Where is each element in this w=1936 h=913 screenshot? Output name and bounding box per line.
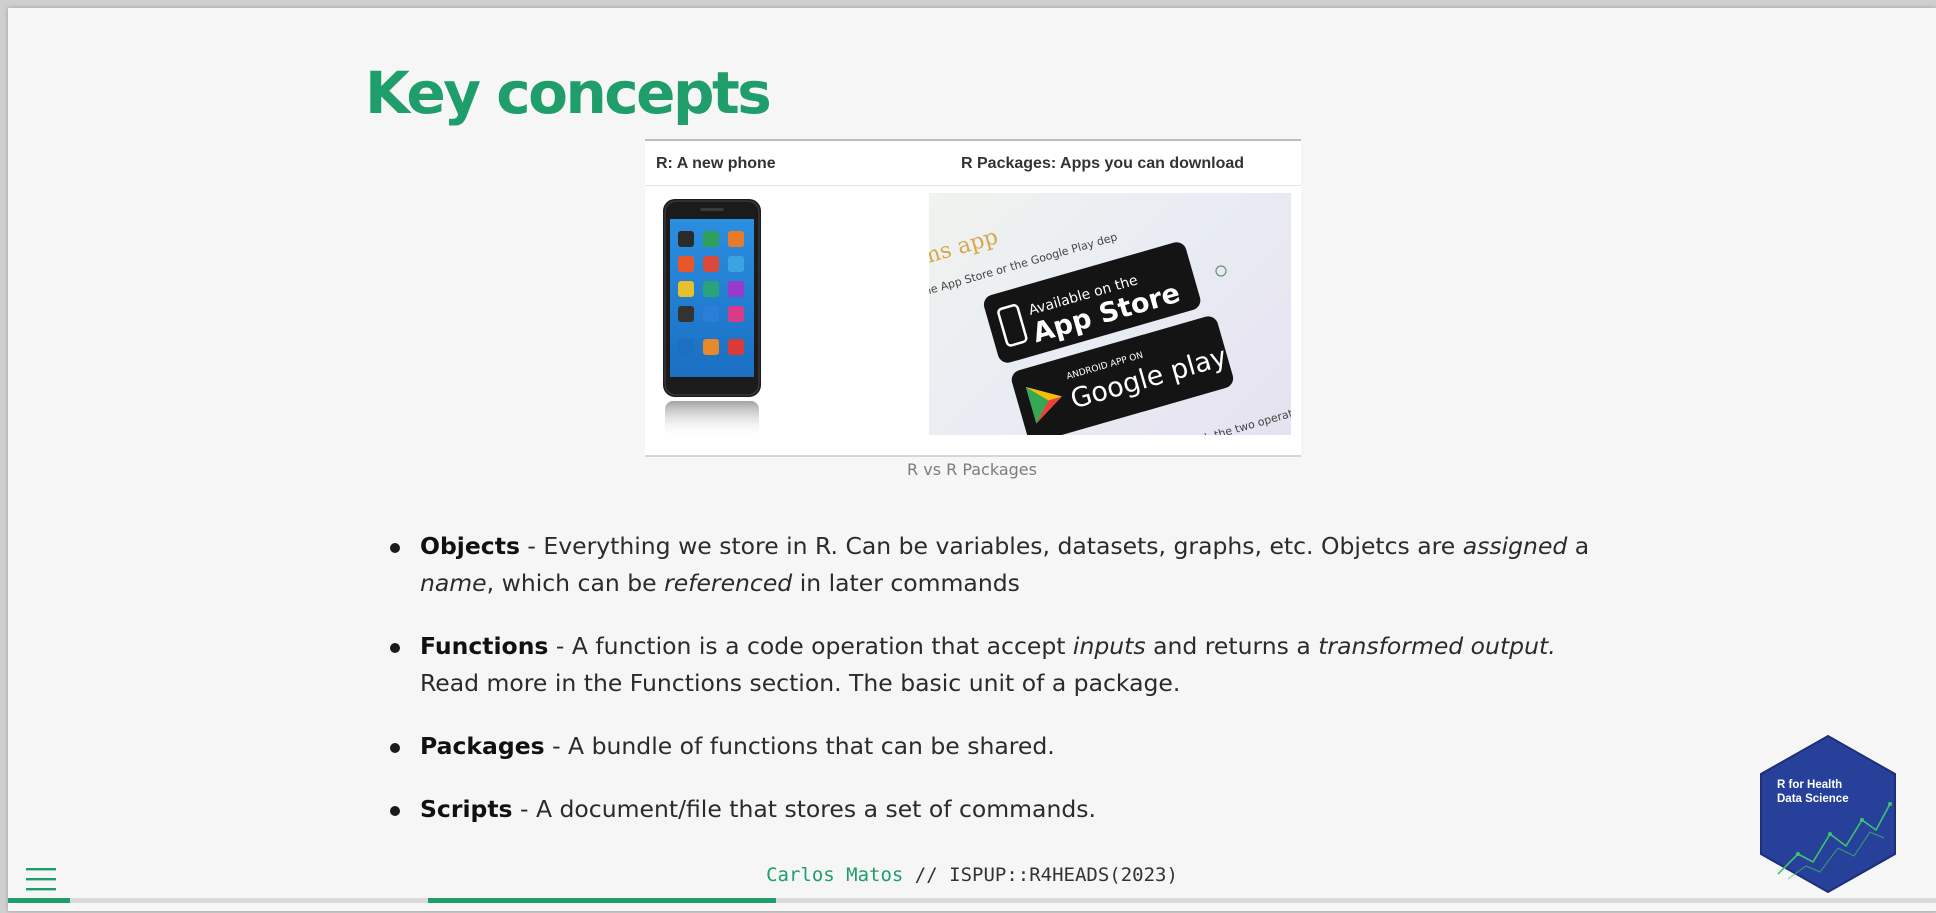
- figure-caption: R vs R Packages: [907, 460, 1037, 479]
- slide-progress-bar: [8, 898, 1936, 903]
- objects-emphasis-assigned: assigned: [1462, 532, 1568, 560]
- functions-text-1: - A function is a code operation that ac…: [548, 632, 1073, 660]
- figure-header-right: R Packages: Apps you can download: [961, 155, 1245, 172]
- scripts-text: - A document/file that stores a set of c…: [512, 795, 1096, 823]
- footer-course: ISPUP::R4HEADS(2023): [949, 864, 1178, 886]
- list-item-functions: Functions - A function is a code operati…: [388, 628, 1598, 702]
- footer-author: Carlos Matos: [766, 864, 904, 886]
- functions-emphasis-output: transformed output.: [1318, 632, 1556, 660]
- functions-text-2: and returns a: [1145, 632, 1319, 660]
- list-item-scripts: Scripts - A document/file that stores a …: [388, 791, 1598, 828]
- slide: Key concepts R: A new phone R Packages: …: [8, 8, 1936, 911]
- term-objects: Objects: [420, 532, 520, 560]
- key-concepts-list: Objects - Everything we store in R. Can …: [388, 528, 1598, 854]
- figure-header-left: R: A new phone: [656, 155, 776, 172]
- figure-header: R: A new phone R Packages: Apps you can …: [645, 141, 1301, 186]
- list-item-packages: Packages - A bundle of functions that ca…: [388, 728, 1598, 765]
- slide-title: Key concepts: [365, 59, 772, 127]
- phone-image: [663, 199, 813, 444]
- logo-line2: Data Science: [1777, 793, 1849, 805]
- footer-separator: //: [903, 864, 950, 886]
- objects-text-3: , which can be: [486, 569, 665, 597]
- store-image-bottom-text: ndroid, the two operating: [1172, 402, 1291, 435]
- objects-text-4: in later commands: [792, 569, 1020, 597]
- term-functions: Functions: [420, 632, 549, 660]
- r4heads-hex-logo: R for Health Data Science: [1758, 734, 1898, 894]
- figure-r-vs-packages: R: A new phone R Packages: Apps you can …: [645, 139, 1301, 457]
- objects-text-2: a: [1567, 532, 1590, 560]
- progress-segment: [8, 898, 70, 903]
- packages-text: - A bundle of functions that can be shar…: [544, 732, 1055, 760]
- app-store-badges-image: orms app a the App Store or the Google P…: [929, 193, 1291, 435]
- functions-text-3: Read more in the Functions section. The …: [420, 669, 1181, 697]
- term-packages: Packages: [420, 732, 545, 760]
- hamburger-menu-icon[interactable]: [25, 865, 57, 893]
- functions-emphasis-inputs: inputs: [1072, 632, 1146, 660]
- list-item-objects: Objects - Everything we store in R. Can …: [388, 528, 1598, 602]
- term-scripts: Scripts: [420, 795, 513, 823]
- objects-text-1: - Everything we store in R. Can be varia…: [519, 532, 1463, 560]
- objects-emphasis-name: name: [420, 569, 487, 597]
- objects-emphasis-referenced: referenced: [664, 569, 793, 597]
- progress-segment: [428, 898, 776, 903]
- logo-line1: R for Health: [1777, 779, 1842, 791]
- slide-footer: Carlos Matos // ISPUP::R4HEADS(2023): [8, 864, 1936, 886]
